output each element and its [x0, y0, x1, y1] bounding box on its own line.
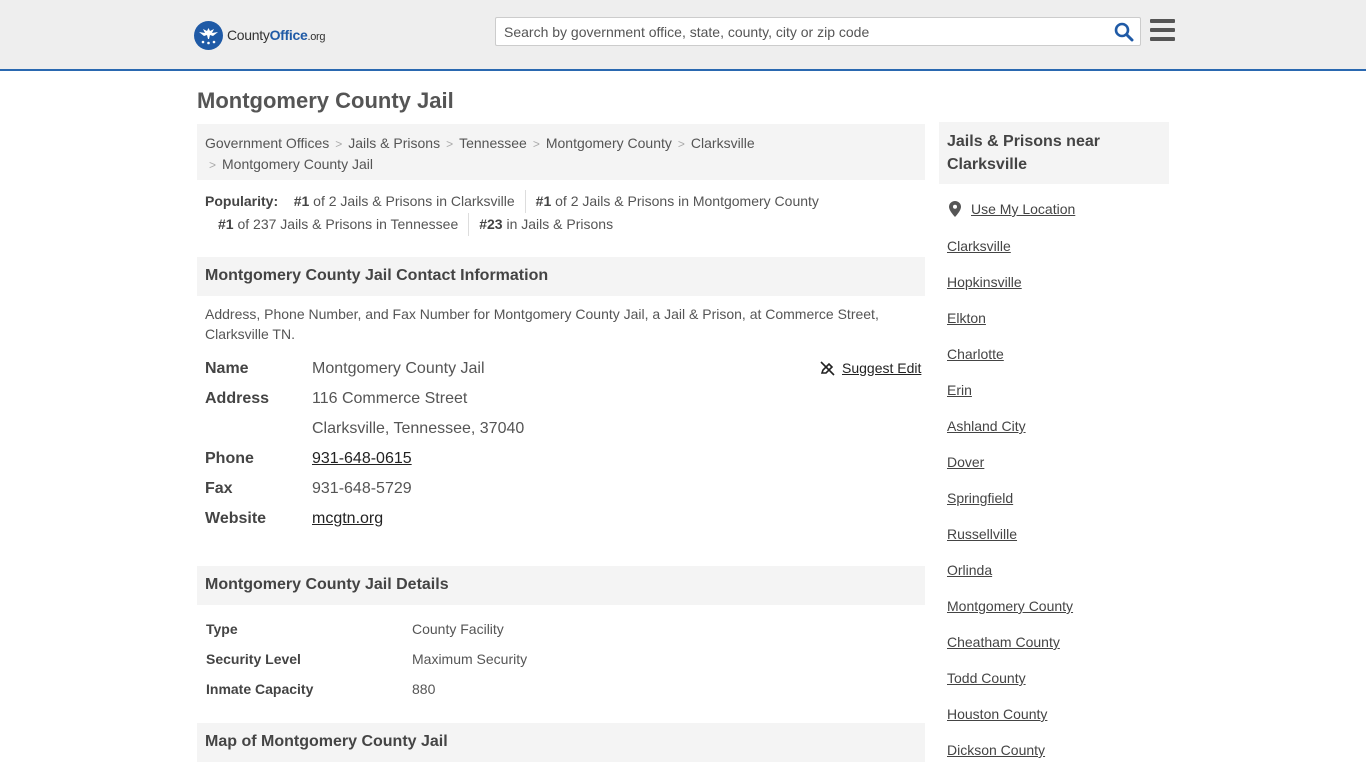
site-logo[interactable]: CountyOffice.org [194, 20, 326, 50]
breadcrumb-current: Montgomery County Jail [222, 156, 373, 172]
popularity-item: #1 of 237 Jails & Prisons in Tennessee [218, 213, 470, 236]
detail-value: 880 [412, 681, 436, 697]
chevron-right-icon: > [532, 137, 540, 151]
map-pin-icon [949, 201, 961, 217]
nearby-link[interactable]: Russellville [947, 524, 1167, 560]
address-label: Address [205, 390, 270, 407]
address-line2: Clarksville, Tennessee, 37040 [312, 420, 525, 437]
hamburger-menu-icon[interactable] [1150, 19, 1175, 42]
logo-office: Office [269, 27, 308, 43]
breadcrumb-government-offices[interactable]: Government Offices [205, 135, 329, 151]
name-value: Montgomery County Jail [312, 360, 485, 377]
edit-off-icon [820, 360, 835, 376]
nearby-link[interactable]: Charlotte [947, 344, 1167, 380]
nearby-link[interactable]: Springfield [947, 488, 1167, 524]
nearby-link[interactable]: Clarksville [947, 236, 1167, 272]
breadcrumb: Government Offices > Jails & Prisons > Tenne… [197, 124, 925, 180]
address-line1: 116 Commerce Street [312, 390, 468, 407]
breadcrumb-tennessee[interactable]: Tennessee [459, 135, 527, 151]
fax-value: 931-648-5729 [312, 480, 412, 497]
chevron-right-icon: > [209, 158, 217, 172]
nearby-link[interactable]: Cheatham County [947, 632, 1167, 668]
suggest-edit-button[interactable]: Suggest Edit [820, 360, 921, 376]
nearby-link[interactable]: Hopkinsville [947, 272, 1167, 308]
detail-value: Maximum Security [412, 651, 528, 667]
nearby-list: Clarksville Hopkinsville Elkton Charlott… [947, 236, 1167, 776]
nearby-link[interactable]: Ashland City [947, 416, 1167, 452]
contact-description: Address, Phone Number, and Fax Number fo… [205, 306, 879, 342]
website-link[interactable]: mcgtn.org [312, 510, 383, 527]
phone-label: Phone [205, 450, 254, 467]
fax-label: Fax [205, 480, 233, 497]
search-icon[interactable] [1114, 22, 1134, 42]
nearby-link[interactable]: Todd County [947, 668, 1167, 704]
details-section-heading: Montgomery County Jail Details [197, 566, 925, 605]
nearby-link[interactable]: Houston County [947, 704, 1167, 740]
nearby-link[interactable]: Elkton [947, 308, 1167, 344]
detail-label: Inmate Capacity [206, 681, 314, 697]
popularity-item: #1 of 2 Jails & Prisons in Clarksville [294, 190, 526, 213]
nearby-link[interactable]: Montgomery County [947, 596, 1167, 632]
breadcrumb-clarksville[interactable]: Clarksville [691, 135, 755, 151]
site-header: CountyOffice.org [0, 0, 1366, 71]
detail-value: County Facility [412, 621, 504, 637]
detail-label: Security Level [206, 651, 301, 667]
map-section-heading: Map of Montgomery County Jail [197, 723, 925, 762]
nearby-link[interactable]: Erin [947, 380, 1167, 416]
chevron-right-icon: > [335, 137, 343, 151]
detail-label: Type [206, 621, 238, 637]
eagle-icon [194, 20, 223, 50]
popularity-label: Popularity: [205, 193, 279, 209]
page-title: Montgomery County Jail [197, 88, 454, 113]
search-box [495, 17, 1141, 46]
breadcrumb-montgomery-county[interactable]: Montgomery County [546, 135, 672, 151]
popularity-item: #23 in Jails & Prisons [479, 216, 614, 232]
search-input[interactable] [504, 22, 1104, 42]
chevron-right-icon: > [446, 137, 454, 151]
use-my-location-label: Use My Location [971, 201, 1076, 217]
nearby-link[interactable]: Dickson County [947, 740, 1167, 776]
phone-link[interactable]: 931-648-0615 [312, 450, 412, 467]
logo-text: CountyOffice.org [227, 27, 326, 43]
website-label: Website [205, 510, 267, 527]
popularity-item: #1 of 2 Jails & Prisons in Montgomery Co… [535, 193, 819, 209]
contact-section-heading: Montgomery County Jail Contact Informati… [197, 257, 925, 296]
sidebar-heading: Jails & Prisons near Clarksville [939, 122, 1169, 184]
nearby-link[interactable]: Orlinda [947, 560, 1167, 596]
use-my-location-link[interactable]: Use My Location [949, 201, 1075, 217]
chevron-right-icon: > [677, 137, 685, 151]
logo-org: .org [307, 31, 326, 43]
nearby-link[interactable]: Dover [947, 452, 1167, 488]
popularity: Popularity: #1 of 2 Jails & Prisons in C… [205, 190, 925, 236]
breadcrumb-jails-prisons[interactable]: Jails & Prisons [348, 135, 440, 151]
suggest-edit-label: Suggest Edit [842, 360, 922, 376]
logo-county: County [227, 27, 270, 43]
name-label: Name [205, 360, 249, 377]
